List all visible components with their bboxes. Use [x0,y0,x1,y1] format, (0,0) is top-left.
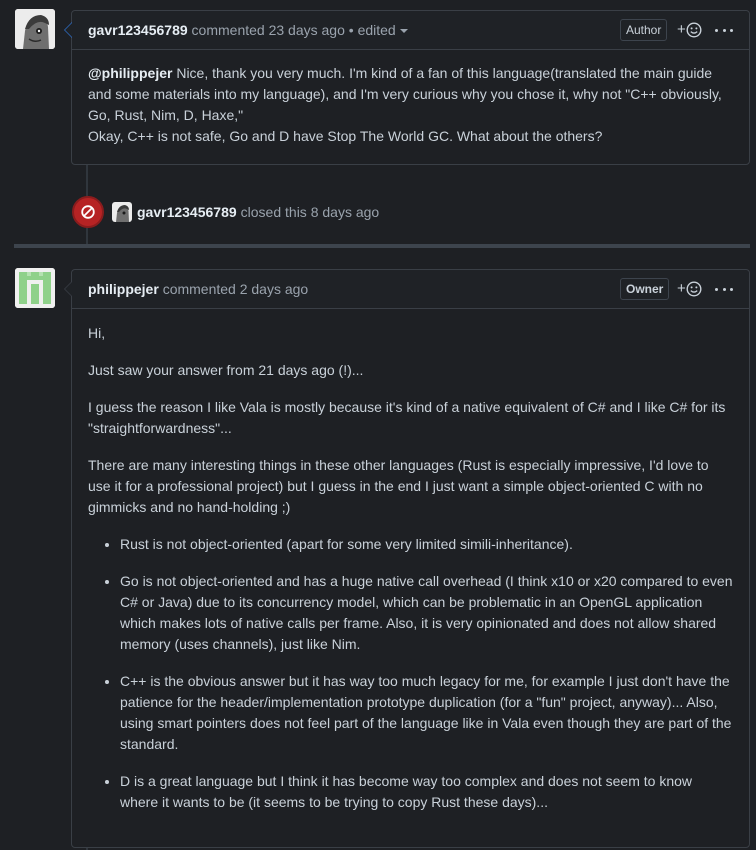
comment-caret-inner [65,282,72,296]
smiley-icon [686,281,702,297]
reaction-plus: + [677,280,686,297]
smiley-icon [686,22,702,38]
event-author-link[interactable]: gavr123456789 [137,204,237,220]
comment-caret-inner [65,23,72,37]
comment-card: philippejer commented 2 days ago Owner +… [64,269,750,848]
kebab-horizontal-icon[interactable] [715,279,733,299]
identicon-image [15,268,55,308]
comment-author-link[interactable]: philippejer [88,281,159,297]
owner-badge: Owner [620,278,670,300]
avatar[interactable] [112,202,132,222]
comment-timestamp[interactable]: commented 2 days ago [163,281,309,297]
list-item: Rust is not object-oriented (apart for s… [120,534,733,555]
closed-event: gavr123456789 closed this 8 days ago [72,196,379,228]
avatar[interactable] [15,9,55,49]
circle-slash-icon [72,196,104,228]
edited-label: edited [357,22,396,38]
comment-text-line: Okay, C++ is not safe, Go and D have Sto… [88,128,603,144]
paragraph: Just saw your answer from 21 days ago (!… [88,362,364,378]
user-avatar-image [112,202,132,222]
list-item: Go is not object-oriented and has a huge… [120,571,733,655]
comment-header: gavr123456789 commented 23 days ago • ed… [64,11,749,50]
edited-dropdown[interactable]: edited [358,22,408,38]
add-reaction-button[interactable]: + [677,279,702,299]
separator: • [348,22,354,38]
paragraph: I guess the reason I like Vala is mostly… [88,399,726,436]
timeline-divider [14,244,750,248]
reaction-plus: + [677,21,686,38]
comment-card: gavr123456789 commented 23 days ago • ed… [64,10,750,165]
list-item: C++ is the obvious answer but it has way… [120,671,733,755]
paragraph: Hi, [88,325,106,341]
kebab-horizontal-icon[interactable] [715,20,733,40]
user-avatar-image [15,9,55,49]
chevron-down-icon [399,29,408,34]
bullet-list: Rust is not object-oriented (apart for s… [88,534,733,813]
comment-header: philippejer commented 2 days ago Owner + [64,270,749,309]
user-mention-link[interactable]: @philippejer [88,65,172,81]
comment-timestamp[interactable]: commented 23 days ago [192,22,345,38]
comment-author-link[interactable]: gavr123456789 [88,22,188,38]
paragraph: There are many interesting things in the… [88,457,709,515]
list-item: D is a great language but I think it has… [120,771,733,813]
avatar[interactable] [15,268,55,308]
comment-body: @philippejer Nice, thank you very much. … [72,50,749,161]
event-text[interactable]: closed this 8 days ago [241,204,380,220]
comment-body: Hi, Just saw your answer from 21 days ag… [72,309,749,843]
comment-text: Nice, thank you very much. I'm kind of a… [88,65,722,123]
author-badge: Author [620,19,668,41]
add-reaction-button[interactable]: + [677,20,702,40]
